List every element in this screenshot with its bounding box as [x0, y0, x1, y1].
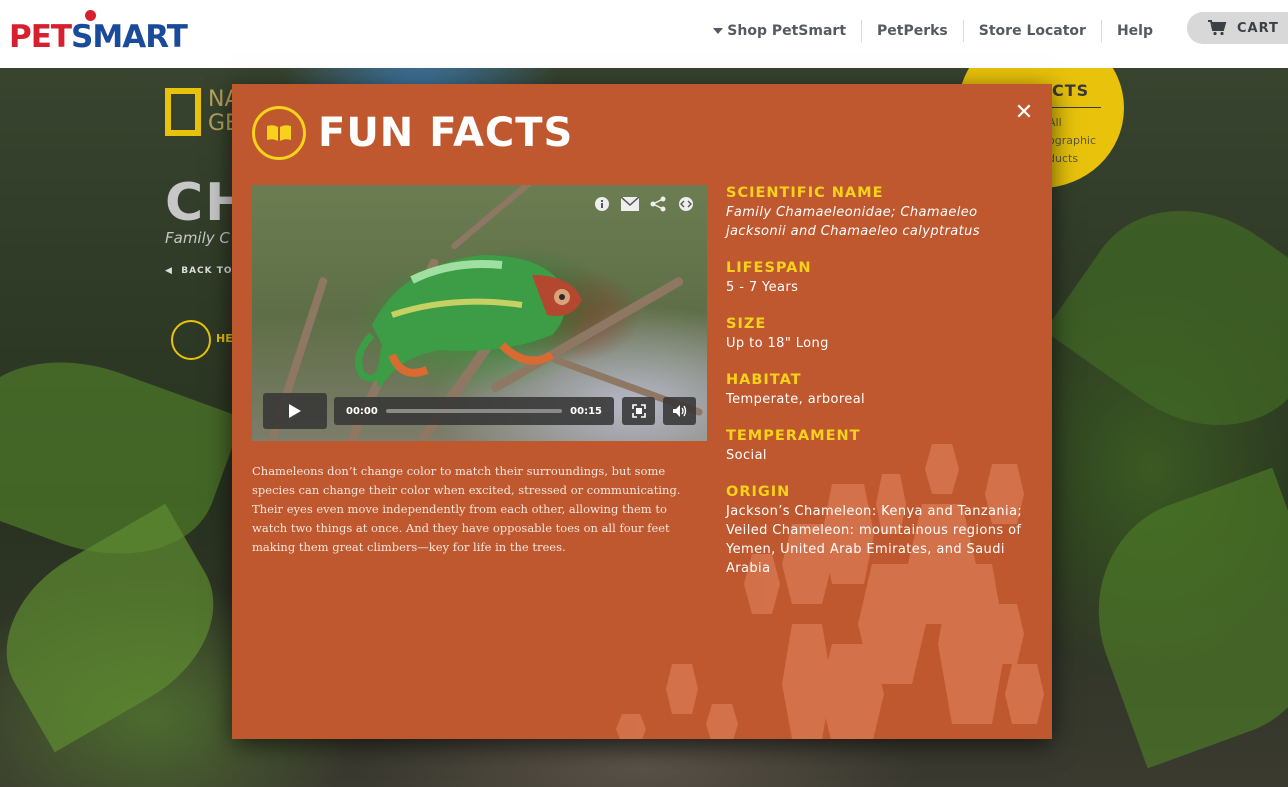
nav-help[interactable]: Help — [1100, 20, 1168, 42]
jungle-leaf — [1044, 167, 1288, 469]
bg-page-subtitle: Family C — [165, 229, 230, 247]
fact-label: LIFESPAN — [726, 260, 812, 276]
play-icon — [289, 404, 301, 418]
video-player[interactable]: 00:00 00:15 — [252, 185, 707, 441]
fact-origin: ORIGIN Jackson’s Chameleon: Kenya and Ta… — [726, 483, 1026, 578]
scrub-track[interactable] — [385, 409, 563, 413]
book-icon — [252, 106, 306, 160]
petsmart-logo[interactable]: PETSMART — [9, 10, 188, 56]
caret-down-icon — [713, 28, 724, 34]
modal-title: FUN FACTS — [318, 110, 574, 156]
fact-value: Temperate, arboreal — [726, 392, 866, 407]
nav-help-label: Help — [1116, 23, 1153, 39]
cart-icon — [1208, 20, 1227, 36]
thermometer-icon[interactable] — [171, 320, 211, 360]
fact-lifespan: LIFESPAN 5 - 7 Years — [726, 259, 1026, 297]
nav-shop-label: Shop PetSmart — [727, 23, 847, 39]
fact-habitat: HABITAT Temperate, arboreal — [726, 371, 1026, 409]
embed-icon[interactable] — [677, 195, 695, 213]
fact-label: TEMPERAMENT — [726, 428, 861, 444]
volume-icon — [672, 405, 686, 417]
fact-temperament: TEMPERAMENT Social — [726, 427, 1026, 465]
fact-label: ORIGIN — [726, 484, 791, 500]
fullscreen-button[interactable] — [622, 397, 655, 425]
fact-label: SCIENTIFIC NAME — [726, 185, 884, 201]
nav-store-locator[interactable]: Store Locator — [962, 20, 1101, 42]
video-progress-bar[interactable]: 00:00 00:15 — [334, 397, 614, 425]
volume-button[interactable] — [663, 397, 696, 425]
fact-label: SIZE — [726, 316, 767, 332]
fact-value: Family Chamaeleonidae; Chamaeleo jackson… — [726, 205, 980, 239]
jungle-leaf — [1065, 467, 1288, 769]
jungle-leaf — [0, 503, 246, 753]
book-glyph — [267, 125, 291, 141]
fact-value: Jackson’s Chameleon: Kenya and Tanzania;… — [726, 504, 1023, 576]
info-icon[interactable] — [593, 195, 611, 213]
site-header: PETSMART Shop PetSmart PetPerks Store Lo… — [0, 0, 1288, 68]
products-circle-links[interactable]: All ographic ducts — [1048, 114, 1096, 168]
bg-back-label: BACK TO — [181, 266, 233, 276]
nav-petperks[interactable]: PetPerks — [861, 20, 963, 42]
facts-list: SCIENTIFIC NAME Family Chamaeleonidae; C… — [726, 184, 1026, 596]
time-total: 00:15 — [570, 405, 602, 417]
time-current: 00:00 — [346, 405, 378, 417]
nat-geo-logo — [165, 88, 201, 136]
fact-value: Social — [726, 448, 767, 463]
products-circle-title: CTS — [1052, 81, 1090, 100]
nav-petperks-label: PetPerks — [877, 23, 948, 39]
fact-size: SIZE Up to 18" Long — [726, 315, 1026, 353]
fact-label: HABITAT — [726, 372, 802, 388]
close-icon[interactable]: ✕ — [1013, 102, 1035, 124]
cart-button[interactable]: CART — [1187, 12, 1288, 44]
bg-icon-label: HE — [216, 332, 233, 345]
logo-part-smart: SMART — [71, 19, 188, 55]
fact-scientific-name: SCIENTIFIC NAME Family Chamaeleonidae; C… — [726, 184, 1026, 241]
email-icon[interactable] — [621, 195, 639, 213]
video-top-icons — [593, 195, 695, 213]
logo-part-pet: PET — [9, 19, 72, 55]
main-nav: Shop PetSmart PetPerks Store Locator Hel… — [698, 20, 1168, 42]
fullscreen-icon — [631, 404, 646, 418]
fact-value: Up to 18" Long — [726, 336, 829, 351]
cart-label: CART — [1237, 20, 1279, 36]
share-icon[interactable] — [649, 195, 667, 213]
fun-facts-modal: FUN FACTS ✕ 00:00 00:15 Chameleons don’t… — [232, 84, 1052, 739]
play-button[interactable] — [263, 393, 327, 429]
fact-value: 5 - 7 Years — [726, 280, 799, 295]
fun-fact-description: Chameleons don’t change color to match t… — [252, 464, 681, 554]
bg-back-link[interactable]: ◀ BACK TO — [165, 266, 233, 276]
nav-store-label: Store Locator — [978, 23, 1086, 39]
nav-shop-petsmart[interactable]: Shop PetSmart — [698, 20, 861, 42]
